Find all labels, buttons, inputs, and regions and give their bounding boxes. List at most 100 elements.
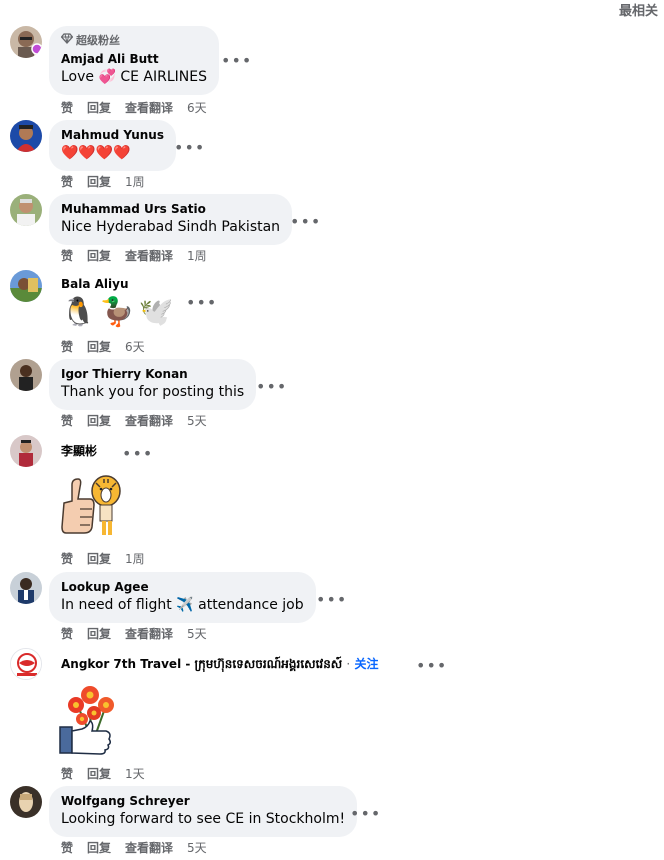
reply-button[interactable]: 回复 (87, 249, 111, 263)
comment-bubble: Lookup Agee In need of flight ✈️ attenda… (49, 572, 316, 623)
avatar[interactable] (10, 359, 42, 391)
like-button[interactable]: 赞 (61, 841, 73, 855)
comment-time[interactable]: 6天 (187, 101, 207, 115)
like-button[interactable]: 赞 (61, 414, 73, 428)
comment-bubble: Muhammad Urs Satio Nice Hyderabad Sindh … (49, 194, 293, 245)
comment-time[interactable]: 5天 (187, 841, 207, 855)
comment-author[interactable]: Bala Aliyu (61, 276, 174, 292)
like-button[interactable]: 赞 (61, 767, 73, 781)
like-button[interactable]: 赞 (61, 249, 73, 263)
more-options-icon[interactable]: ••• (122, 446, 153, 462)
translate-button[interactable]: 查看翻译 (125, 414, 173, 428)
comment-bubble: Bala Aliyu 🐧 🦆 🕊️ (49, 270, 186, 328)
comment-bubble: Wolfgang Schreyer Looking forward to see… (49, 786, 358, 837)
more-options-icon[interactable]: ••• (256, 379, 287, 395)
reply-button[interactable]: 回复 (87, 552, 111, 566)
avatar[interactable] (10, 786, 42, 818)
avatar[interactable] (10, 270, 42, 302)
follow-button[interactable]: 关注 (354, 657, 378, 671)
like-button[interactable]: 赞 (61, 340, 73, 354)
author-name[interactable]: Angkor 7th Travel - ក្រុមហ៊ុនទេសចរណ៍អង្គ… (61, 657, 342, 671)
comment-text: Love 💞 CE AIRLINES (61, 69, 207, 85)
comment-actions: 赞回复 1天 (61, 765, 159, 782)
more-options-icon[interactable]: ••• (350, 806, 381, 822)
avatar[interactable] (10, 648, 42, 680)
avatar[interactable] (10, 572, 42, 604)
more-options-icon[interactable]: ••• (416, 658, 447, 674)
top-fan-badge: 超级粉丝 (60, 32, 207, 48)
avatar[interactable] (10, 26, 42, 58)
thumbs-up-tiger-sticker (58, 471, 128, 545)
comment-time[interactable]: 6天 (125, 340, 145, 354)
comment-text: Thank you for posting this (61, 384, 245, 400)
comment-time[interactable]: 1周 (187, 249, 207, 263)
comment-actions: 赞回复 6天 (61, 338, 159, 355)
comment-author: Angkor 7th Travel - ក្រុមហ៊ុនទេសចរណ៍អង្គ… (61, 656, 378, 672)
comment-body: Igor Thierry Konan Thank you for posting… (49, 359, 257, 410)
comment-author[interactable]: Mahmud Yunus (61, 127, 164, 143)
comment-time[interactable]: 1天 (125, 767, 145, 781)
comment-actions: 赞回复 查看翻译 5天 (61, 625, 221, 642)
comment-actions: 赞回复 查看翻译 6天 (61, 99, 221, 116)
translate-button[interactable]: 查看翻译 (125, 249, 173, 263)
reply-button[interactable]: 回复 (87, 841, 111, 855)
comment-body: 李顯彬 (49, 435, 109, 459)
like-button[interactable]: 赞 (61, 101, 73, 115)
translate-button[interactable]: 查看翻译 (125, 101, 173, 115)
sort-label[interactable]: 最相关 (619, 0, 658, 19)
like-button[interactable]: 赞 (61, 627, 73, 641)
comment-text: Nice Hyderabad Sindh Pakistan (61, 219, 281, 235)
more-options-icon[interactable]: ••• (221, 53, 252, 69)
comment-actions: 赞回复 查看翻译 5天 (61, 412, 221, 429)
reply-button[interactable]: 回复 (87, 340, 111, 354)
comment-body: Lookup Agee In need of flight ✈️ attenda… (49, 572, 316, 623)
comment-bubble: Igor Thierry Konan Thank you for posting… (49, 359, 257, 410)
penguin-emoji: 🐧 (61, 295, 96, 328)
flower-like-sticker (54, 681, 124, 761)
avatar[interactable] (10, 120, 42, 152)
like-button[interactable]: 赞 (61, 175, 73, 189)
comment-time[interactable]: 5天 (187, 627, 207, 641)
comment-text: In need of flight ✈️ attendance job (61, 597, 304, 613)
reply-button[interactable]: 回复 (87, 175, 111, 189)
reply-button[interactable]: 回复 (87, 767, 111, 781)
comment-actions: 赞回复 1周 (61, 550, 159, 567)
comment-author[interactable]: Igor Thierry Konan (61, 366, 244, 382)
comment-body: Bala Aliyu 🐧 🦆 🕊️ (49, 270, 186, 328)
comment-author[interactable]: Muhammad Urs Satio (61, 201, 280, 217)
more-options-icon[interactable]: ••• (316, 592, 347, 608)
comment-bubble: Mahmud Yunus ❤️❤️❤️❤️ (49, 120, 176, 171)
more-options-icon[interactable]: ••• (186, 295, 217, 311)
comment-author[interactable]: 李顯彬 (61, 443, 97, 459)
comment-author[interactable]: Lookup Agee (61, 579, 304, 595)
reply-button[interactable]: 回复 (87, 414, 111, 428)
reply-button[interactable]: 回复 (87, 101, 111, 115)
dove-emoji: 🕊️ (138, 295, 174, 328)
comment-author[interactable]: Wolfgang Schreyer (61, 793, 345, 809)
reply-button[interactable]: 回复 (87, 627, 111, 641)
more-options-icon[interactable]: ••• (290, 214, 321, 230)
comment-body: Mahmud Yunus ❤️❤️❤️❤️ (49, 120, 176, 171)
comment-body: Angkor 7th Travel - ក្រុមហ៊ុនទេសចរណ៍អង្គ… (49, 648, 390, 672)
comment-author[interactable]: Amjad Ali Butt (61, 51, 207, 67)
name-separator: · (346, 657, 351, 671)
comment-bubble: 李顯彬 (49, 435, 109, 459)
comment-bubble: 超级粉丝 Amjad Ali Butt Love 💞 CE AIRLINES (49, 26, 219, 95)
comment-time[interactable]: 5天 (187, 414, 207, 428)
duck-emoji: 🦆 (99, 295, 135, 328)
comment-text: ❤️❤️❤️❤️ (61, 145, 131, 161)
comment-time[interactable]: 1周 (125, 175, 145, 189)
emoji-row: 🐧 🦆 🕊️ (61, 296, 174, 328)
comment-text: Looking forward to see CE in Stockholm! (61, 811, 346, 827)
badge-label: 超级粉丝 (76, 34, 120, 47)
avatar[interactable] (10, 194, 42, 226)
like-button[interactable]: 赞 (61, 552, 73, 566)
more-options-icon[interactable]: ••• (174, 140, 205, 156)
comment-body: Wolfgang Schreyer Looking forward to see… (49, 786, 358, 837)
comment-actions: 赞回复 查看翻译 1周 (61, 247, 221, 264)
translate-button[interactable]: 查看翻译 (125, 841, 173, 855)
comment-body: Muhammad Urs Satio Nice Hyderabad Sindh … (49, 194, 293, 245)
comment-time[interactable]: 1周 (125, 552, 145, 566)
avatar[interactable] (10, 435, 42, 467)
translate-button[interactable]: 查看翻译 (125, 627, 173, 641)
